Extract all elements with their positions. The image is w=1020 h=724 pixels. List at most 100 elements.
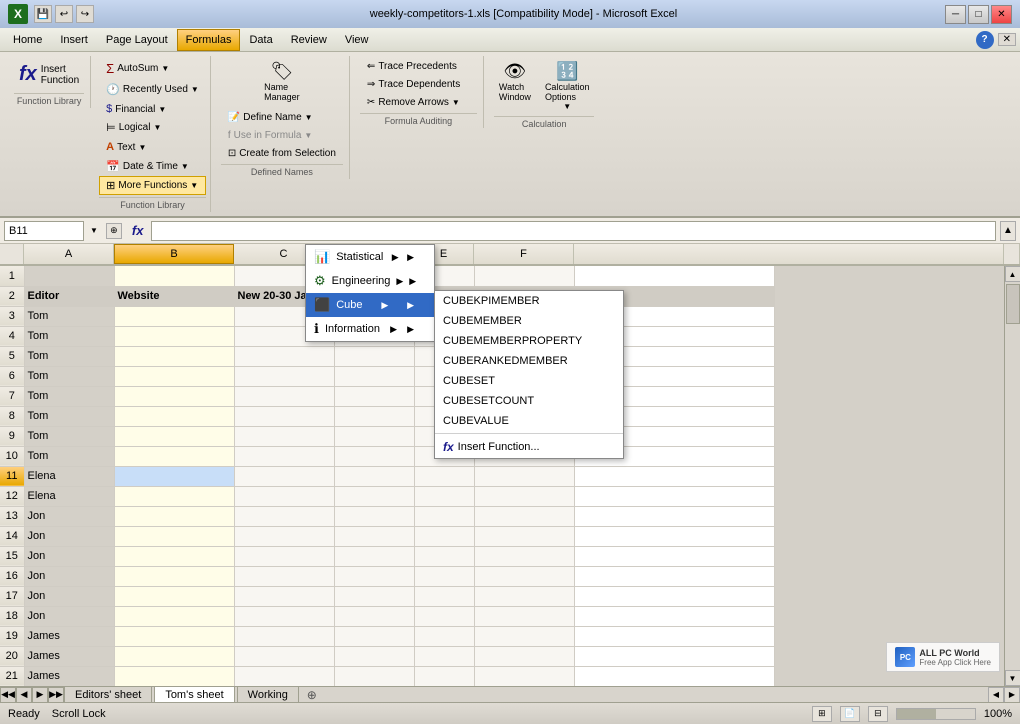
cell-f12[interactable] [474,486,574,506]
cell-a15[interactable]: Jon [24,546,114,566]
cell-a20[interactable]: James [24,646,114,666]
remove-arrows-btn[interactable]: ✂ Remove Arrows ▼ [360,94,477,111]
cell-b11[interactable] [114,466,234,486]
view-page-break-btn[interactable]: ⊟ [868,706,888,722]
cell-c12[interactable] [234,486,334,506]
cell-a11[interactable]: Elena [24,466,114,486]
sheet-nav-next[interactable]: ▶ [32,687,48,703]
cell-d17[interactable] [334,586,414,606]
cell-c18[interactable] [234,606,334,626]
cell-d7[interactable] [334,386,414,406]
define-name-btn[interactable]: 📝 Define Name ▼ [221,109,343,126]
cell-b9[interactable] [114,426,234,446]
cell-d21[interactable] [334,666,414,686]
save-quick-btn[interactable]: 💾 [34,5,52,23]
menu-item-review[interactable]: Review [282,29,336,51]
cell-e15[interactable] [414,546,474,566]
scroll-thumb[interactable] [1006,284,1020,324]
cell-b16[interactable] [114,566,234,586]
more-functions-btn[interactable]: ⊞ More Functions ▼ [99,176,206,195]
cell-b18[interactable] [114,606,234,626]
cell-extra[interactable] [574,266,774,286]
statistical-menu-item[interactable]: 📊 Statistical ▶ [306,245,434,269]
sheet-nav-first[interactable]: ◀◀ [0,687,16,703]
table-row[interactable]: 7 Tom [0,386,774,406]
financial-btn[interactable]: $ Financial ▼ [99,100,206,118]
cell-b6[interactable] [114,366,234,386]
date-time-btn[interactable]: 📅 Date & Time ▼ [99,157,206,176]
table-row[interactable]: 19 James [0,626,774,646]
create-from-selection-btn[interactable]: ⊡ Create from Selection [221,145,343,162]
cell-d8[interactable] [334,406,414,426]
insert-function-btn[interactable]: fx InsertFunction [14,58,84,91]
cell-f18[interactable] [474,606,574,626]
cell-b20[interactable] [114,646,234,666]
table-row[interactable]: 10 Tom [0,446,774,466]
cell-a8[interactable]: Tom [24,406,114,426]
cell-b5[interactable] [114,346,234,366]
cell-d11[interactable] [334,466,414,486]
watch-window-btn[interactable]: 👁 WatchWindow [494,58,536,114]
cell-d16[interactable] [334,566,414,586]
table-row[interactable]: 6 Tom [0,366,774,386]
cell-c17[interactable] [234,586,334,606]
cell-extra[interactable] [574,606,774,626]
cubevalue-item[interactable]: CUBEVALUE [435,411,623,431]
cell-a2[interactable]: Editor [24,286,114,306]
add-sheet-btn[interactable]: ⊕ [303,687,321,703]
col-header-a[interactable]: A [24,244,114,264]
cell-a4[interactable]: Tom [24,326,114,346]
cell-c13[interactable] [234,506,334,526]
information-menu-item[interactable]: ℹ Information ▶ [306,317,434,341]
redo-quick-btn[interactable]: ↪ [76,5,94,23]
cell-extra[interactable] [574,486,774,506]
cell-extra[interactable] [574,626,774,646]
table-row[interactable]: 15 Jon [0,546,774,566]
cell-b17[interactable] [114,586,234,606]
cell-e16[interactable] [414,566,474,586]
table-row[interactable]: 11 Elena [0,466,774,486]
cell-d20[interactable] [334,646,414,666]
calculation-options-btn[interactable]: 🔢 CalculationOptions ▼ [540,58,595,114]
cell-c6[interactable] [234,366,334,386]
table-row[interactable]: 17 Jon [0,586,774,606]
cell-extra[interactable] [574,506,774,526]
use-in-formula-btn[interactable]: f Use in Formula ▼ [221,127,343,144]
minimize-button[interactable]: ─ [945,5,966,24]
cell-c11[interactable] [234,466,334,486]
logical-btn[interactable]: ⊨ Logical ▼ [99,118,206,137]
cell-c5[interactable] [234,346,334,366]
cell-extra[interactable] [574,666,774,686]
cell-b21[interactable] [114,666,234,686]
expand-formula-btn[interactable]: ⊕ [106,223,122,239]
cell-b12[interactable] [114,486,234,506]
cell-e11[interactable] [414,466,474,486]
cell-a21[interactable]: James [24,666,114,686]
menu-item-data[interactable]: Data [240,29,281,51]
undo-quick-btn[interactable]: ↩ [55,5,73,23]
cell-e20[interactable] [414,646,474,666]
trace-dependents-btn[interactable]: ⇒ Trace Dependents [360,76,477,93]
view-normal-btn[interactable]: ⊞ [812,706,832,722]
cell-b1[interactable] [114,266,234,286]
cell-b14[interactable] [114,526,234,546]
cell-d9[interactable] [334,426,414,446]
name-box-dropdown[interactable]: ▼ [88,226,100,235]
cell-f17[interactable] [474,586,574,606]
name-box[interactable]: B11 [4,221,84,241]
more-functions-dropdown[interactable]: 📊 Statistical ▶ ⚙ Engineering ▶ ⬛ Cube ▶… [305,244,435,342]
table-row[interactable]: 8 Tom [0,406,774,426]
formula-input[interactable] [151,221,996,241]
menu-item-formulas[interactable]: Formulas [177,29,241,51]
cubeset-item[interactable]: CUBESET [435,371,623,391]
cell-b3[interactable] [114,306,234,326]
horiz-scroll-left[interactable]: ◀ [988,687,1004,703]
restore-button[interactable]: □ [968,5,989,24]
menu-item-home[interactable]: Home [4,29,51,51]
insert-function-submenu-item[interactable]: fx Insert Function... [435,436,623,458]
cell-c19[interactable] [234,626,334,646]
cell-f13[interactable] [474,506,574,526]
cell-e14[interactable] [414,526,474,546]
cell-d12[interactable] [334,486,414,506]
cell-f20[interactable] [474,646,574,666]
